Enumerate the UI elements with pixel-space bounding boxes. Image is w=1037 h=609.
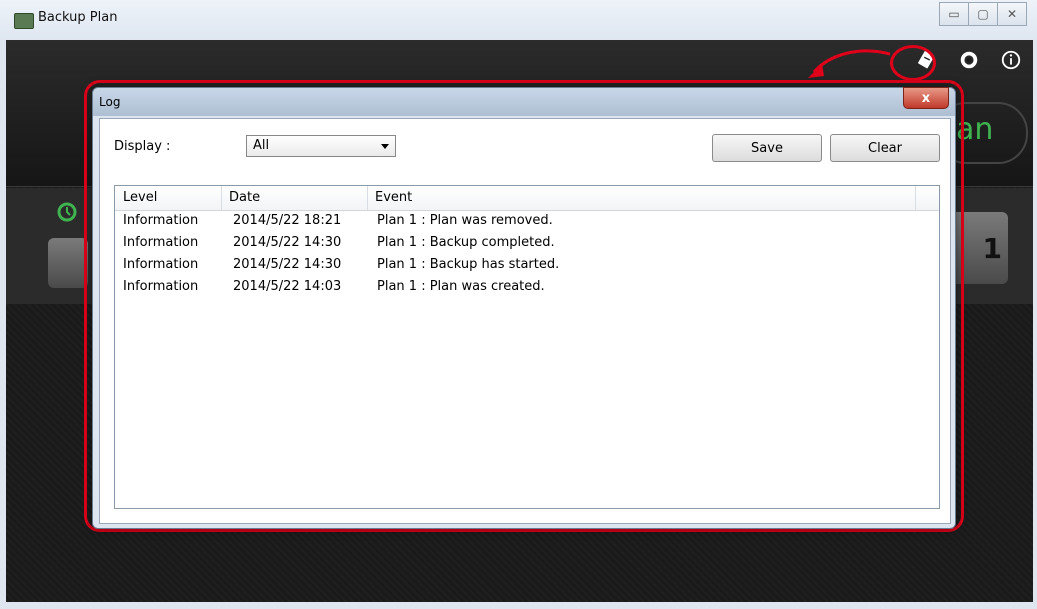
- display-selected-value: All: [253, 138, 270, 153]
- log-client-area: Display : All Save Clear Level Date Even…: [99, 118, 951, 524]
- row-date: 2014/5/22 14:30: [233, 235, 342, 250]
- display-label: Display :: [114, 139, 171, 154]
- table-row[interactable]: Information 2014/5/22 14:03 Plan 1 : Pla…: [115, 277, 939, 299]
- clear-button[interactable]: Clear: [830, 134, 940, 162]
- log-table[interactable]: Level Date Event Information 2014/5/22 1…: [114, 185, 940, 509]
- info-icon[interactable]: [997, 46, 1025, 74]
- row-level: Information: [123, 257, 199, 272]
- chevron-down-icon: [381, 144, 389, 149]
- window-controls: ▭ ▢ ✕: [939, 2, 1027, 26]
- row-date: 2014/5/22 14:03: [233, 279, 342, 294]
- display-select[interactable]: All: [246, 135, 396, 157]
- table-row[interactable]: Information 2014/5/22 14:30 Plan 1 : Bac…: [115, 233, 939, 255]
- table-row[interactable]: Information 2014/5/22 18:21 Plan 1 : Pla…: [115, 211, 939, 233]
- minimize-button[interactable]: ▭: [939, 2, 969, 26]
- log-title: Log: [99, 95, 121, 109]
- row-level: Information: [123, 279, 199, 294]
- column-header-date[interactable]: Date: [229, 190, 260, 205]
- log-dialog: Log x Display : All Save Clear Level Dat…: [92, 87, 956, 529]
- window-titlebar: Backup Plan ▭ ▢ ✕: [0, 0, 1037, 38]
- log-titlebar: Log x: [93, 87, 955, 116]
- close-dialog-button[interactable]: x: [903, 87, 949, 109]
- maximize-button[interactable]: ▢: [969, 2, 998, 26]
- backup-plan-window: Backup Plan ▭ ▢ ✕ an 1 Log x Display: A…: [0, 0, 1037, 609]
- row-level: Information: [123, 235, 199, 250]
- table-row[interactable]: Information 2014/5/22 14:30 Plan 1 : Bac…: [115, 255, 939, 277]
- row-event: Plan 1 : Plan was removed.: [377, 213, 553, 228]
- history-icon: [55, 200, 79, 224]
- row-level: Information: [123, 213, 199, 228]
- row-event: Plan 1 : Backup completed.: [377, 235, 555, 250]
- log-table-header: Level Date Event: [115, 186, 939, 211]
- close-window-button[interactable]: ✕: [998, 2, 1027, 26]
- column-header-level[interactable]: Level: [123, 190, 157, 205]
- save-button[interactable]: Save: [712, 134, 822, 162]
- row-event: Plan 1 : Backup has started.: [377, 257, 560, 272]
- window-title: Backup Plan: [38, 10, 118, 25]
- app-icon: [14, 13, 34, 29]
- row-date: 2014/5/22 18:21: [233, 213, 342, 228]
- left-card-background: [48, 238, 88, 288]
- gear-icon[interactable]: [955, 46, 983, 74]
- column-header-event[interactable]: Event: [375, 190, 412, 205]
- row-date: 2014/5/22 14:30: [233, 257, 342, 272]
- row-event: Plan 1 : Plan was created.: [377, 279, 545, 294]
